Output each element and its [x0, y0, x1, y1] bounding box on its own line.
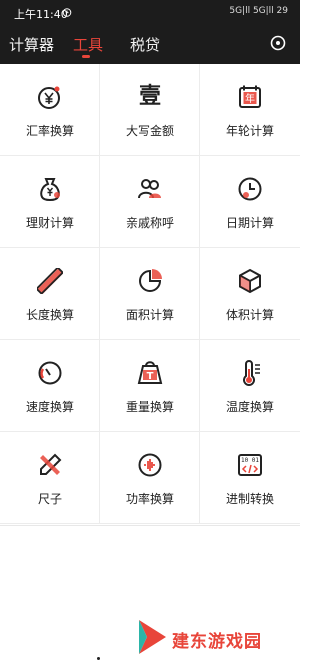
tool-label: 理财计算	[25, 216, 74, 230]
tool-date-calc[interactable]: 日期计算	[200, 156, 300, 248]
tool-currency-exchange[interactable]: 汇率换算	[0, 64, 100, 156]
active-tab-indicator	[82, 55, 90, 58]
money-bag-icon	[40, 178, 60, 202]
app-header: 上午11:40 5G|ll 5G|ll 29 计算器 工具 税贷	[0, 0, 300, 64]
cube-icon	[239, 268, 261, 294]
area-pie-icon	[139, 269, 162, 292]
tab-tax-loan[interactable]: 税贷	[130, 34, 160, 55]
ruler-icon	[37, 268, 63, 294]
settings-icon[interactable]	[270, 35, 286, 51]
tool-relatives[interactable]: 亲戚称呼	[100, 156, 200, 248]
tool-uppercase-amount[interactable]: 壹 大写金额	[100, 64, 200, 156]
tool-volume[interactable]: 体积计算	[200, 248, 300, 340]
tool-label: 温度换算	[225, 400, 274, 414]
alarm-icon	[62, 8, 72, 17]
tab-calculator[interactable]: 计算器	[9, 34, 54, 55]
tool-label: 功率换算	[125, 492, 174, 506]
tool-label: 日期计算	[225, 216, 274, 230]
tool-speed[interactable]: 速度换算	[0, 340, 100, 432]
page-dot	[97, 657, 100, 660]
power-icon	[138, 453, 162, 477]
tool-power[interactable]: 功率换算	[100, 432, 200, 524]
tool-label: 进制转换	[225, 492, 274, 506]
status-indicators: 5G|ll 5G|ll 29	[229, 6, 288, 16]
tool-ruler[interactable]: 尺子	[0, 432, 100, 524]
tool-label: 年轮计算	[225, 124, 274, 138]
tool-finance-calc[interactable]: 理财计算	[0, 156, 100, 248]
clock-icon	[238, 177, 262, 201]
svg-text:T: T	[147, 371, 154, 382]
tool-year-calc[interactable]: 年 年轮计算	[200, 64, 300, 156]
tool-label: 亲戚称呼	[125, 216, 174, 230]
tool-label: 尺子	[37, 492, 62, 506]
tools-grid: 汇率换算 壹 大写金额 年 年轮计算 理财计算 亲戚称呼 日期计算 长度换算 面…	[0, 64, 300, 526]
relatives-icon	[138, 179, 161, 199]
currency-exchange-icon	[38, 86, 60, 109]
tool-area[interactable]: 面积计算	[100, 248, 200, 340]
tool-weight[interactable]: T 重量换算	[100, 340, 200, 432]
tool-label: 大写金额	[125, 124, 174, 138]
tab-tools[interactable]: 工具	[73, 34, 103, 55]
thermometer-icon	[243, 360, 260, 386]
tool-label: 汇率换算	[25, 124, 74, 138]
tool-label: 长度换算	[25, 308, 74, 322]
tool-label: 重量换算	[125, 400, 174, 414]
status-bar: 上午11:40 5G|ll 5G|ll 29	[0, 0, 300, 26]
watermark-play-icon	[139, 620, 166, 654]
svg-text:10 01: 10 01	[241, 457, 259, 464]
svg-text:年: 年	[245, 92, 255, 105]
tool-label: 速度换算	[25, 400, 74, 414]
watermark-logo: 建东游戏园	[136, 614, 296, 658]
code-icon: 10 01	[238, 454, 262, 476]
tool-label: 面积计算	[125, 308, 174, 322]
weight-icon: T	[137, 361, 163, 384]
tool-base-conversion[interactable]: 10 01 进制转换	[200, 432, 300, 524]
status-time: 上午11:40	[14, 8, 68, 21]
tool-length[interactable]: 长度换算	[0, 248, 100, 340]
pencil-ruler-icon	[40, 453, 62, 475]
calendar-year-icon: 年	[239, 85, 261, 108]
watermark-text: 建东游戏园	[172, 632, 262, 652]
tool-temperature[interactable]: 温度换算	[200, 340, 300, 432]
uppercase-amount-icon: 壹	[138, 84, 161, 109]
speedometer-icon	[38, 361, 62, 385]
tool-label: 体积计算	[225, 308, 274, 322]
